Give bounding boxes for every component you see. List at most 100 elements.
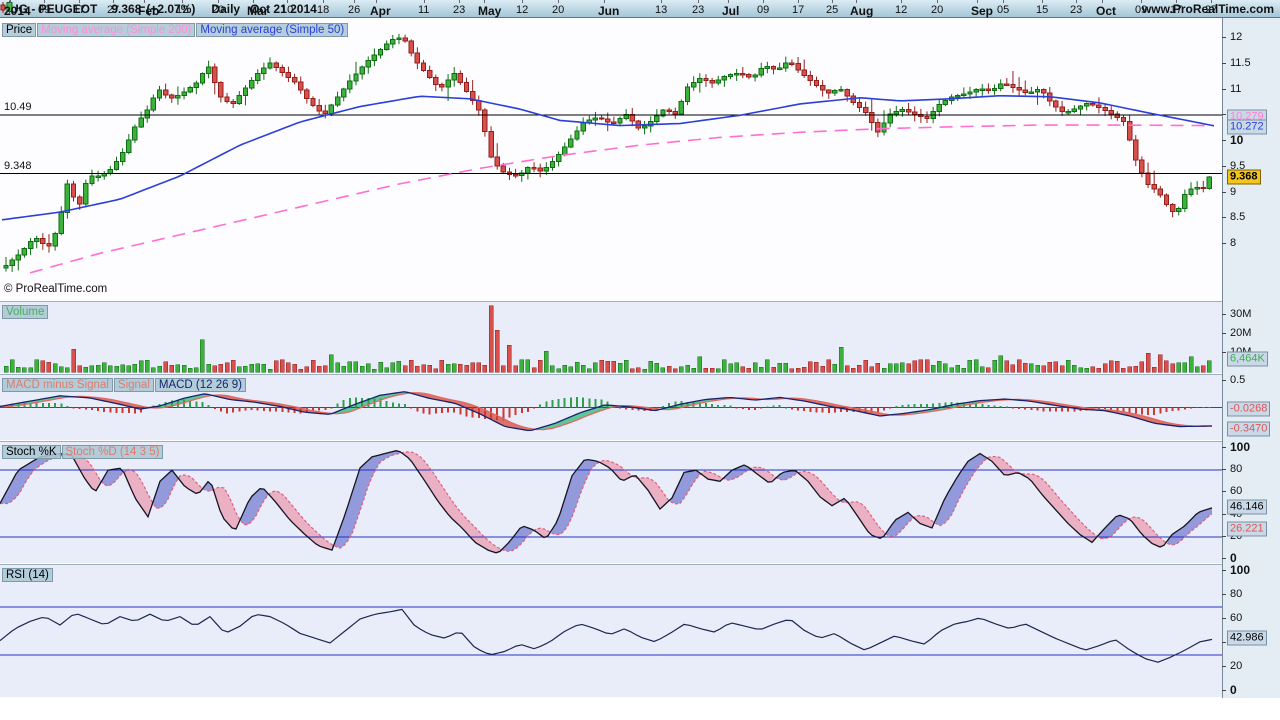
price-level-label: 10.49 <box>4 100 32 113</box>
date-axis-tickmark <box>977 0 978 3</box>
volume-axis-tickmark <box>1222 333 1226 334</box>
volume-axis-tickmark <box>1222 314 1226 315</box>
price-indicator-chip[interactable]: Price <box>2 23 37 37</box>
date-axis-label: 23 <box>1070 4 1083 16</box>
rsi-axis-tickmark <box>1222 618 1226 619</box>
rsi-axis-tickmark <box>1222 570 1226 571</box>
date-axis-label: 09 <box>1135 4 1148 16</box>
date-axis-label: Sep <box>971 4 994 18</box>
price-chart-svg <box>0 33 1222 274</box>
date-axis-label: 17 <box>792 4 805 16</box>
price-axis-tick-label: 10 <box>1230 133 1244 147</box>
price-value-badge: 9.368 <box>1227 169 1261 185</box>
volume-bars <box>3 305 1212 373</box>
date-axis-label: 20 <box>931 4 944 16</box>
stoch-axis-tickmark <box>1222 447 1226 448</box>
price-axis-tick-label: 8.5 <box>1230 211 1246 224</box>
stochastic-chart-svg <box>0 450 1222 554</box>
date-axis-label: Feb <box>138 4 160 18</box>
volume-indicator-labels: Volume <box>2 302 49 320</box>
volume-chart-svg <box>3 305 1212 373</box>
price-axis-tickmark <box>1222 89 1226 90</box>
rsi-axis-tick-label: 20 <box>1230 660 1243 672</box>
price-axis-tickmark <box>1222 166 1226 167</box>
stoch-axis-tick-label: 80 <box>1230 463 1243 476</box>
date-axis-label: 13 <box>655 4 668 16</box>
date-axis-label: 09 <box>38 4 51 16</box>
price-indicator-chip[interactable]: Moving average (Simple 200) <box>37 23 196 37</box>
date-axis-label: Aug <box>850 4 874 18</box>
stoch-axis-tick-label: 60 <box>1230 485 1243 498</box>
date-axis-label: 18 <box>317 4 330 16</box>
price-panel <box>0 18 1222 300</box>
volume-indicator-chip[interactable]: Volume <box>2 305 49 319</box>
volume-axis-tick-label: 20M <box>1230 327 1252 339</box>
date-axis-label: 2014 <box>4 4 31 18</box>
macd-line <box>0 391 1213 432</box>
date-axis-tickmark <box>144 0 145 3</box>
stoch-axis-tickmark <box>1222 469 1226 470</box>
date-axis-label: Mar <box>247 4 269 18</box>
date-axis-label: 12 <box>895 4 908 16</box>
date-axis-tickmark <box>1176 0 1177 3</box>
price-axis-tick-label: 11.5 <box>1230 56 1251 69</box>
price-axis-tick-label: 9 <box>1230 185 1237 198</box>
date-axis-tickmark <box>1211 0 1212 3</box>
date-axis-tickmark <box>253 0 254 3</box>
date-axis-label: 23 <box>453 4 466 16</box>
macd-indicator-chip[interactable]: Signal <box>113 378 154 392</box>
date-axis-tickmark <box>182 0 183 3</box>
date-axis-label: 27 <box>1205 4 1218 16</box>
date-axis-tickmark <box>604 0 605 3</box>
date-axis-tickmark <box>354 0 355 3</box>
macd-value-badge: -0.0268 <box>1227 401 1271 417</box>
macd-indicator-chip[interactable]: MACD (12 26 9) <box>154 378 246 392</box>
rsi-chart-svg <box>0 606 1222 663</box>
stoch-axis-tickmark <box>1222 536 1226 537</box>
price-axis-tickmark <box>1222 192 1226 193</box>
stoch-k-line <box>0 450 1213 554</box>
price-indicator-labels: Price Moving average (Simple 200) Moving a… <box>2 20 349 38</box>
price-axis-tickmark <box>1222 243 1226 244</box>
date-axis-label: 12 <box>176 4 189 16</box>
price-axis-tick-label: 8 <box>1230 237 1237 249</box>
date-axis-label: 17 <box>73 4 86 16</box>
title-bar: UG - PEUGEOT 9.368 (+2.07%) Daily Oct 21… <box>0 0 1280 18</box>
macd-indicator-chip[interactable]: MACD minus Signal <box>2 378 113 392</box>
date-axis-tickmark <box>79 0 80 3</box>
price-axis-tick-label: 12 <box>1230 31 1243 43</box>
date-axis-tickmark <box>1003 0 1004 3</box>
price-axis-tickmark <box>1222 217 1226 218</box>
stoch-axis-tickmark <box>1222 558 1226 559</box>
rsi-indicator-labels: RSI (14) <box>2 565 54 583</box>
candle-wicks <box>5 33 1210 272</box>
price-axis-tickmark <box>1222 114 1226 115</box>
stoch-indicator-chip[interactable]: Stoch %K <box>2 445 61 459</box>
rsi-axis-tick-label: 80 <box>1230 588 1243 600</box>
date-axis-tickmark <box>522 0 523 3</box>
volume-value-badge: 6,464K <box>1227 351 1268 367</box>
rsi-axis-tickmark <box>1222 690 1226 691</box>
price-indicator-chip[interactable]: Moving average (Simple 50) <box>196 23 349 37</box>
date-axis-tickmark <box>661 0 662 3</box>
date-axis-label: Jul <box>722 4 740 18</box>
macd-axis-tick-label: 0.5 <box>1230 374 1246 386</box>
stoch-indicator-chip[interactable]: Stoch %D (14 3 5) <box>61 445 164 459</box>
date-axis-tickmark <box>856 0 857 3</box>
date-axis-tickmark <box>424 0 425 3</box>
date-axis-label: Apr <box>370 4 391 18</box>
prorealtime-window: { "header": { "ticker": "UG - PEUGEOT", … <box>0 0 1280 720</box>
date-axis-label: 20 <box>212 4 225 16</box>
date-axis-label: May <box>478 4 502 18</box>
date-axis-label: 26 <box>348 4 361 16</box>
ma200-line <box>29 124 1213 274</box>
stoch-indicator-labels: Stoch %K Stoch %D (14 3 5) <box>2 442 164 460</box>
date-axis-label: 10 <box>281 4 294 16</box>
macd-axis-tickmark <box>1222 380 1226 381</box>
rsi-axis-tick-label: 0 <box>1230 683 1237 697</box>
rsi-indicator-chip[interactable]: RSI (14) <box>2 568 53 582</box>
price-axis-tickmark <box>1222 37 1226 38</box>
date-axis-label: 09 <box>757 4 770 16</box>
date-axis-tickmark <box>484 0 485 3</box>
date-axis-tickmark <box>376 0 377 3</box>
